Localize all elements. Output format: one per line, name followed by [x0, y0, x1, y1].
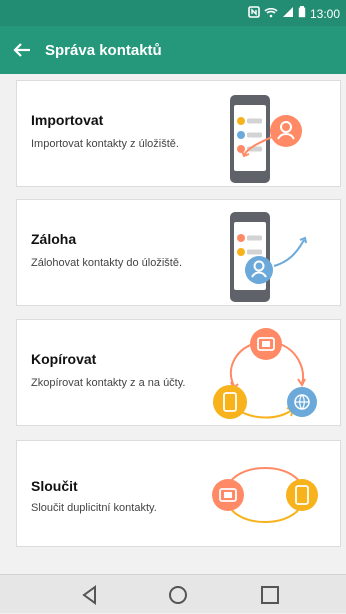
list-item-title: Importovat	[31, 112, 104, 128]
copy-illustration	[208, 326, 324, 429]
backup-illustration	[214, 210, 324, 309]
status-icons: 13:00	[248, 6, 340, 21]
circle-home-icon	[164, 586, 192, 613]
app-bar: Správa kontaktů	[0, 26, 346, 74]
cell-signal-icon	[282, 6, 294, 21]
list-item-merge[interactable]: Sloučit Sloučit duplicitní kontakty.	[16, 440, 341, 547]
list-item-desc: Sloučit duplicitní kontakty.	[31, 502, 157, 514]
list-item-import[interactable]: Importovat Importovat kontakty z úložišt…	[16, 80, 341, 187]
triangle-back-icon	[76, 585, 104, 613]
nav-home-button[interactable]	[164, 581, 192, 609]
nfc-icon	[248, 6, 260, 21]
list-item-title: Sloučit	[31, 478, 78, 494]
page-title: Správa kontaktů	[45, 42, 162, 59]
back-button[interactable]	[10, 38, 34, 62]
list-item-desc: Zkopírovat kontakty z a na účty.	[31, 377, 186, 389]
list-item-copy[interactable]: Kopírovat Zkopírovat kontakty z a na účt…	[16, 319, 341, 426]
merge-illustration	[206, 449, 324, 546]
list-item-desc: Zálohovat kontakty do úložiště.	[31, 257, 183, 269]
status-bar: 13:00	[0, 0, 346, 26]
list-item-title: Kopírovat	[31, 351, 97, 367]
list-item-title: Záloha	[31, 231, 77, 247]
battery-icon	[298, 6, 306, 21]
content-area: Importovat Importovat kontakty z úložišt…	[0, 74, 346, 574]
list-item-desc: Importovat kontakty z úložiště.	[31, 138, 179, 150]
nav-recent-button[interactable]	[256, 581, 284, 609]
arrow-left-icon	[10, 43, 34, 66]
list-item-backup[interactable]: Záloha Zálohovat kontakty do úložiště.	[16, 199, 341, 306]
wifi-signal-icon	[264, 6, 278, 21]
nav-back-button[interactable]	[76, 581, 104, 609]
status-time: 13:00	[309, 6, 340, 21]
square-recent-icon	[256, 586, 284, 613]
navigation-bar	[0, 574, 346, 613]
import-illustration	[214, 93, 324, 190]
